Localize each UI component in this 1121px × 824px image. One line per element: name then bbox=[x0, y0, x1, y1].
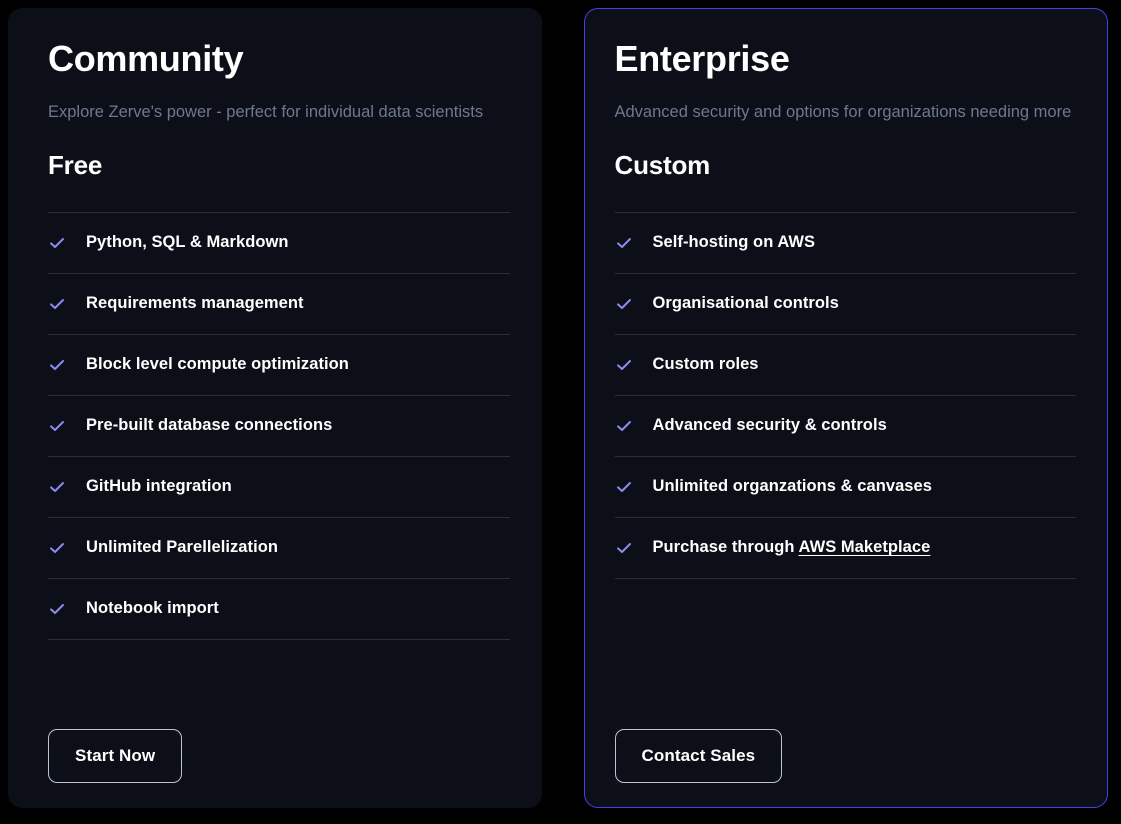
pricing-card-community: Community Explore Zerve's power - perfec… bbox=[8, 8, 542, 808]
aws-marketplace-link[interactable]: AWS Maketplace bbox=[799, 538, 931, 556]
plan-description-community: Explore Zerve's power - perfect for indi… bbox=[48, 97, 510, 127]
list-item: Python, SQL & Markdown bbox=[48, 213, 510, 274]
check-icon bbox=[615, 417, 633, 435]
start-now-button[interactable]: Start Now bbox=[48, 729, 182, 783]
check-icon bbox=[615, 478, 633, 496]
list-item: Advanced security & controls bbox=[615, 396, 1077, 457]
plan-name-enterprise: Enterprise bbox=[615, 39, 1077, 79]
list-item: Unlimited Parellelization bbox=[48, 518, 510, 579]
list-item: Pre-built database connections bbox=[48, 396, 510, 457]
feature-label: Self-hosting on AWS bbox=[653, 233, 816, 252]
list-item: Unlimited organzations & canvases bbox=[615, 457, 1077, 518]
list-item: Block level compute optimization bbox=[48, 335, 510, 396]
list-item: Requirements management bbox=[48, 274, 510, 335]
feature-list-community: Python, SQL & Markdown Requirements mana… bbox=[48, 212, 510, 640]
check-icon bbox=[48, 356, 66, 374]
list-item: Custom roles bbox=[615, 335, 1077, 396]
list-item: Purchase through AWS Maketplace bbox=[615, 518, 1077, 579]
plan-price-community: Free bbox=[48, 150, 510, 181]
feature-label: Unlimited Parellelization bbox=[86, 538, 278, 557]
check-icon bbox=[615, 356, 633, 374]
check-icon bbox=[48, 295, 66, 313]
check-icon bbox=[615, 539, 633, 557]
feature-label: Organisational controls bbox=[653, 294, 839, 313]
check-icon bbox=[615, 234, 633, 252]
feature-label-prefix: Purchase through bbox=[653, 538, 799, 556]
card-footer-community: Start Now bbox=[48, 693, 510, 807]
plan-price-enterprise: Custom bbox=[615, 150, 1077, 181]
list-item: Organisational controls bbox=[615, 274, 1077, 335]
check-icon bbox=[615, 295, 633, 313]
feature-label: Custom roles bbox=[653, 355, 759, 374]
contact-sales-button[interactable]: Contact Sales bbox=[615, 729, 783, 783]
list-item: Self-hosting on AWS bbox=[615, 213, 1077, 274]
pricing-plans-container: Community Explore Zerve's power - perfec… bbox=[0, 0, 1121, 824]
check-icon bbox=[48, 234, 66, 252]
check-icon bbox=[48, 600, 66, 618]
list-item: GitHub integration bbox=[48, 457, 510, 518]
feature-label: GitHub integration bbox=[86, 477, 232, 496]
feature-label: Block level compute optimization bbox=[86, 355, 349, 374]
feature-list-enterprise: Self-hosting on AWS Organisational contr… bbox=[615, 212, 1077, 579]
plan-name-community: Community bbox=[48, 39, 510, 79]
feature-label: Requirements management bbox=[86, 294, 304, 313]
check-icon bbox=[48, 417, 66, 435]
list-item: Notebook import bbox=[48, 579, 510, 640]
card-footer-enterprise: Contact Sales bbox=[615, 693, 1077, 807]
plan-description-enterprise: Advanced security and options for organi… bbox=[615, 97, 1077, 127]
feature-label: Purchase through AWS Maketplace bbox=[653, 538, 931, 557]
feature-label: Pre-built database connections bbox=[86, 416, 332, 435]
feature-label: Unlimited organzations & canvases bbox=[653, 477, 932, 496]
feature-label: Advanced security & controls bbox=[653, 416, 887, 435]
check-icon bbox=[48, 478, 66, 496]
feature-label: Notebook import bbox=[86, 599, 219, 618]
check-icon bbox=[48, 539, 66, 557]
feature-label: Python, SQL & Markdown bbox=[86, 233, 288, 252]
pricing-card-enterprise: Enterprise Advanced security and options… bbox=[584, 8, 1109, 808]
